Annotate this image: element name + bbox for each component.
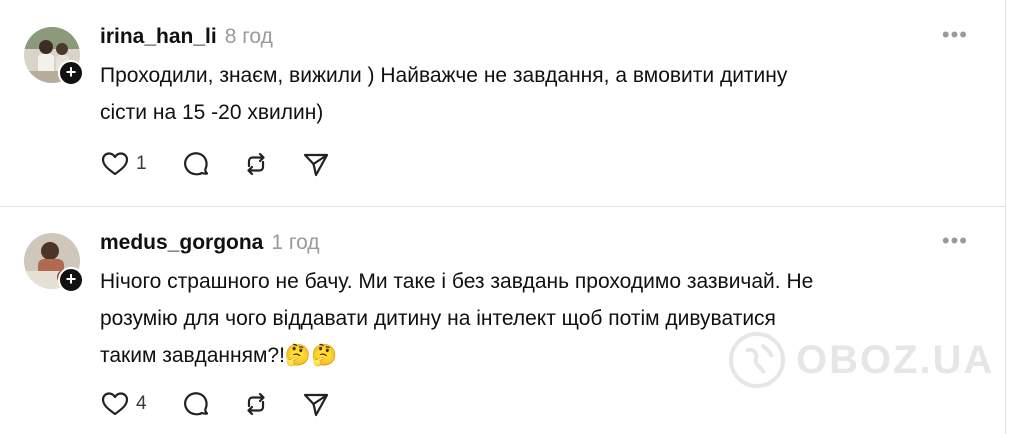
timestamp: 1 год	[271, 231, 320, 254]
timestamp: 8 год	[224, 25, 273, 48]
thread-post: + irina_han_li 8 год ••• Проходили, знаєм…	[0, 0, 1006, 206]
share-icon	[303, 153, 328, 177]
action-bar: 4	[100, 388, 361, 420]
comment-icon	[183, 392, 208, 416]
follow-plus-icon[interactable]: +	[58, 267, 84, 293]
comment-button[interactable]	[181, 149, 211, 179]
post-text: Проходили, знаєм, вижили ) Найважче не з…	[100, 57, 960, 131]
follow-plus-icon[interactable]: +	[58, 60, 84, 86]
post-text-line: сісти на 15 -20 хвилин)	[100, 101, 324, 124]
repost-button[interactable]	[241, 149, 271, 179]
thread-post: + medus_gorgona 1 год ••• Нічого страшног…	[0, 207, 1006, 434]
post-header: irina_han_li 8 год	[100, 25, 273, 49]
like-count: 4	[136, 393, 147, 414]
repost-button[interactable]	[241, 389, 271, 419]
like-button[interactable]: 4	[100, 389, 151, 419]
post-text-line: Проходили, знаєм, вижили ) Найважче не з…	[100, 64, 788, 87]
action-bar: 1	[100, 148, 361, 180]
repost-icon	[246, 152, 265, 176]
watermark-text: OBOZ.UA	[796, 337, 995, 382]
share-button[interactable]	[301, 389, 331, 419]
like-button[interactable]: 1	[100, 149, 151, 179]
share-icon	[303, 393, 328, 417]
post-text-line: Нічого страшного не бачу. Ми таке і без …	[100, 270, 814, 293]
username[interactable]: irina_han_li	[100, 25, 217, 48]
like-count: 1	[136, 153, 147, 174]
heart-icon	[101, 392, 129, 416]
globe-icon	[729, 332, 785, 388]
watermark: OBOZ.UA	[728, 330, 994, 390]
repost-icon	[246, 392, 265, 416]
more-icon[interactable]: •••	[942, 228, 968, 254]
comment-icon	[183, 152, 208, 176]
heart-icon	[101, 152, 129, 176]
share-button[interactable]	[301, 149, 331, 179]
comment-button[interactable]	[181, 389, 211, 419]
post-header: medus_gorgona 1 год	[100, 231, 320, 255]
more-icon[interactable]: •••	[942, 22, 968, 48]
username[interactable]: medus_gorgona	[100, 231, 263, 254]
